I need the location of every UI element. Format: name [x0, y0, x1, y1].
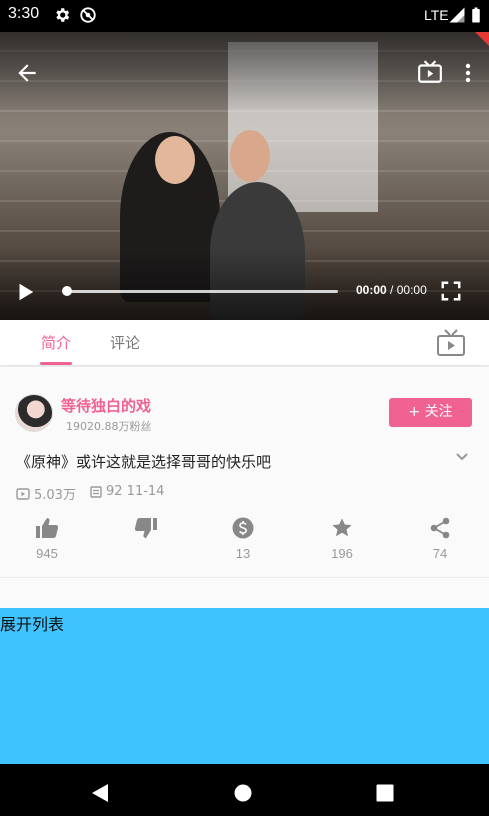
chevron-down-icon[interactable] — [455, 452, 469, 462]
back-arrow-icon[interactable] — [14, 60, 40, 86]
current-time: 00:00 — [356, 283, 387, 297]
share-icon — [430, 517, 450, 539]
video-info-section: 等待独白的戏 19020.88万粉丝 + 关注 《原神》或许这就是选择哥哥的快乐… — [0, 367, 489, 578]
video-title: 《原神》或许这就是选择哥哥的快乐吧 — [16, 453, 272, 471]
uploader-name[interactable]: 等待独白的戏 — [61, 395, 151, 416]
coin-count: 13 — [235, 546, 251, 561]
danmaku-date: 92 11-14 — [90, 484, 164, 499]
danmaku-icon — [90, 485, 102, 498]
nav-back-icon[interactable] — [91, 783, 109, 803]
like-count: 945 — [36, 546, 58, 561]
progress-bar[interactable] — [66, 290, 338, 293]
expand-list-button[interactable]: 展开列表 — [0, 611, 64, 635]
status-bar: 3:30 LTE — [0, 0, 489, 32]
share-button[interactable]: 74 — [410, 517, 470, 561]
video-frame-face-left — [155, 136, 195, 184]
uploader-fans: 19020.88万粉丝 — [66, 420, 152, 433]
status-time: 3:30 — [8, 5, 40, 22]
tab-bar: 简介 评论 — [0, 320, 489, 366]
battery-icon — [472, 7, 480, 23]
favorite-button[interactable]: 196 — [312, 517, 372, 561]
active-tab-indicator — [40, 362, 72, 365]
fullscreen-icon[interactable] — [440, 280, 462, 302]
more-vertical-icon[interactable] — [459, 62, 477, 84]
star-icon — [332, 518, 352, 537]
do-not-disturb-icon — [80, 7, 96, 23]
tv-icon[interactable] — [436, 328, 466, 358]
section-divider — [0, 577, 489, 578]
tab-intro[interactable]: 简介 — [41, 332, 71, 353]
list-panel: 展开列表 — [0, 608, 489, 764]
video-player[interactable]: 00:00 / 00:00 — [0, 32, 489, 320]
thumbs-up-icon — [36, 518, 59, 538]
network-type: LTE — [424, 7, 449, 23]
tv-cast-icon[interactable] — [417, 60, 443, 84]
play-icon[interactable] — [14, 281, 36, 303]
favorite-count: 196 — [331, 546, 353, 561]
like-button[interactable]: 945 — [17, 517, 77, 561]
total-time: 00:00 — [396, 283, 427, 297]
signal-icon — [449, 7, 465, 23]
video-frame-face-right — [230, 130, 270, 182]
coin-button[interactable]: 13 — [213, 517, 273, 561]
avatar[interactable] — [15, 394, 53, 432]
system-nav-bar — [0, 764, 489, 816]
follow-button[interactable]: + 关注 — [389, 398, 472, 427]
coin-icon — [232, 517, 254, 539]
time-separator: / — [386, 283, 397, 297]
nav-recents-icon[interactable] — [376, 784, 394, 802]
view-count: 5.03万 — [16, 484, 76, 503]
nav-home-icon[interactable] — [234, 784, 252, 802]
gear-icon — [56, 8, 70, 22]
dislike-button[interactable] — [116, 517, 176, 546]
play-count-icon — [16, 487, 30, 500]
action-bar: 945 13 196 74 — [0, 517, 489, 567]
view-count-value: 5.03万 — [34, 488, 76, 503]
danmaku-date-value: 92 11-14 — [106, 484, 165, 499]
tab-comments[interactable]: 评论 — [110, 332, 140, 353]
corner-badge — [475, 32, 489, 46]
time-readout: 00:00 / 00:00 — [356, 283, 427, 297]
thumbs-down-icon — [134, 518, 157, 538]
progress-handle[interactable] — [62, 286, 72, 296]
share-count: 74 — [432, 546, 448, 561]
